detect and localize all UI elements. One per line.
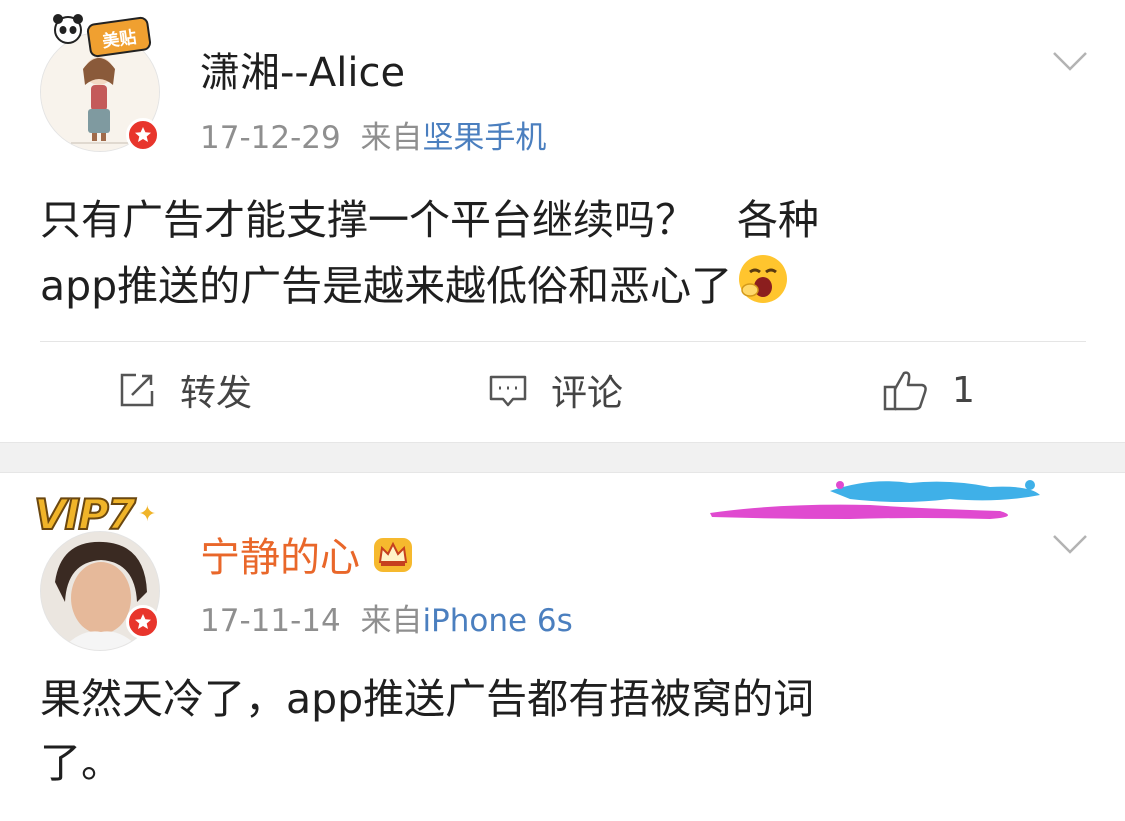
like-count: 1 <box>952 369 975 411</box>
chevron-down-icon[interactable] <box>1052 533 1088 555</box>
paint-splash-icon <box>710 480 1040 519</box>
comment-icon <box>489 375 527 407</box>
comment-label: 评论 <box>551 373 624 414</box>
post-text: 只有广告才能支撑一个平台继续吗？ 各种 app推送的广告是越来越低俗和恶心了 <box>40 188 819 324</box>
crown-icon <box>372 536 414 584</box>
repost-icon <box>120 373 154 407</box>
weibo-post: 美贴 潇湘--Alice 17-12-29 来自坚果手机 只有广告才能支撑一个平… <box>0 0 1125 442</box>
action-bar: 转发 评论 1 <box>0 342 1125 442</box>
chevron-down-icon[interactable] <box>1052 50 1088 72</box>
source-link[interactable]: iPhone 6s <box>422 603 572 639</box>
avatar[interactable]: VIP7 ✦ <box>33 489 160 651</box>
yawn-emoji-icon <box>736 252 790 324</box>
like-icon <box>883 371 927 411</box>
post-text-line: app推送的广告是越来越低俗和恶心了 <box>40 262 733 310</box>
repost-label: 转发 <box>180 373 253 414</box>
post-text-line: 了。 <box>40 739 122 787</box>
comment-button[interactable]: 评论 <box>487 364 623 416</box>
post-text-line: 只有广告才能支撑一个平台继续吗？ 各种 <box>40 196 819 244</box>
source-link[interactable]: 坚果手机 <box>422 120 546 156</box>
repost-button[interactable]: 转发 <box>116 364 252 416</box>
user-name-text: 宁静的心 <box>200 535 360 581</box>
panda-icon <box>50 14 90 44</box>
post-text: 果然天冷了，app推送广告都有捂被窝的词 了。 <box>40 667 814 795</box>
weibo-post: VIP7 ✦ 宁静的心 17-11-14 来自iPhone 6s 果然天冷了，a… <box>0 473 1125 821</box>
source-prefix: 来自 <box>360 603 423 639</box>
post-separator <box>0 442 1125 473</box>
like-button[interactable]: 1 <box>882 364 975 416</box>
user-name[interactable]: 潇湘--Alice <box>200 40 405 98</box>
post-date: 17-12-29 <box>200 120 341 156</box>
verified-icon <box>126 118 160 152</box>
post-meta: 17-12-29 来自坚果手机 <box>200 112 546 157</box>
post-text-line: 果然天冷了，app推送广告都有捂被窝的词 <box>40 675 815 723</box>
source-prefix: 来自 <box>360 120 423 156</box>
avatar[interactable]: 美贴 <box>40 14 160 152</box>
vip-badge: VIP7 ✦ <box>33 489 157 540</box>
post-date: 17-11-14 <box>200 603 341 639</box>
post-meta: 17-11-14 来自iPhone 6s <box>200 595 573 640</box>
verified-icon <box>126 605 160 639</box>
user-name[interactable]: 宁静的心 <box>200 525 414 584</box>
